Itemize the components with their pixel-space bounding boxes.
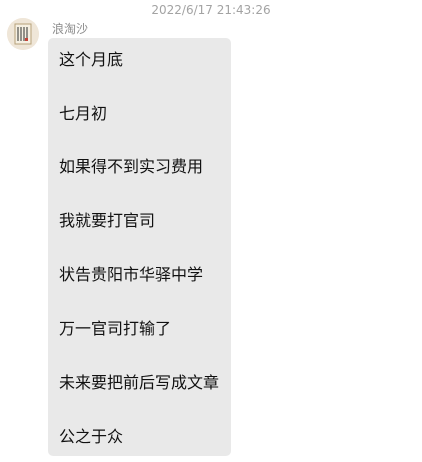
message-line: 我就要打官司 [59, 211, 156, 230]
chat-window: 2022/6/17 21:43:26 浪淘沙 这个月底 七月初 如果得不到实习费… [0, 0, 422, 462]
message-line: 这个月底 [59, 50, 124, 69]
message-bubble[interactable]: 这个月底 七月初 如果得不到实习费用 我就要打官司 状告贵阳市华驿中学 万一官司… [48, 38, 231, 456]
avatar-image [7, 18, 39, 50]
message-line: 万一官司打输了 [59, 319, 172, 338]
avatar[interactable] [7, 18, 39, 50]
message-timestamp: 2022/6/17 21:43:26 [151, 3, 271, 17]
message-line: 公之于众 [59, 427, 124, 446]
message-line: 如果得不到实习费用 [59, 157, 204, 176]
message-line: 状告贵阳市华驿中学 [59, 265, 204, 284]
message-line: 未来要把前后写成文章 [59, 373, 220, 392]
sender-name: 浪淘沙 [52, 22, 89, 36]
message-line: 七月初 [59, 104, 108, 123]
